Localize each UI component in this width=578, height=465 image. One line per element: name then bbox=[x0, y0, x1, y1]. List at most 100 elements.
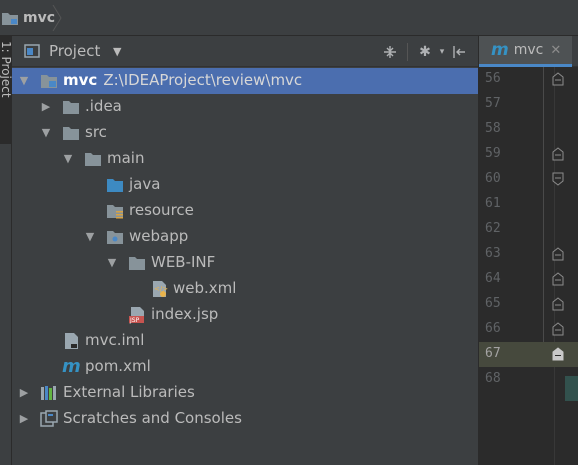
tree-row-index-jsp[interactable]: JSP index.jsp bbox=[12, 302, 478, 328]
editor-gutter: 56 57 58 59 60 61 62 63 64 65 66 67 68 bbox=[479, 67, 578, 465]
tree-row-mvc-iml[interactable]: mvc.iml bbox=[12, 328, 478, 354]
line-number: 57 bbox=[485, 96, 501, 111]
gutter-line[interactable]: 57 bbox=[479, 92, 578, 117]
project-tool-button[interactable]: 1: Project bbox=[0, 36, 13, 144]
tree-row-web-inf[interactable]: ▼ WEB-INF bbox=[12, 250, 478, 276]
gutter-line[interactable]: 67 bbox=[479, 342, 578, 367]
chevron-right-icon[interactable]: ▶ bbox=[40, 101, 52, 113]
tree-row-label: java bbox=[129, 175, 160, 193]
gutter-line[interactable]: 64 bbox=[479, 267, 578, 292]
tree-item-name: WEB-INF bbox=[151, 253, 216, 271]
folder-icon bbox=[84, 150, 102, 168]
chevron-down-icon[interactable]: ▼ bbox=[84, 231, 96, 243]
module-folder-icon bbox=[2, 13, 18, 25]
editor-tab-bar: m mvc ✕ bbox=[479, 36, 578, 67]
fold-marker-icon[interactable] bbox=[550, 321, 566, 337]
tree-item-name: web.xml bbox=[173, 279, 237, 297]
fold-marker-icon[interactable] bbox=[550, 296, 566, 312]
tree-row-external-libraries[interactable]: ▶ External Libraries bbox=[12, 380, 478, 406]
folder-icon bbox=[62, 98, 80, 116]
source-folder-icon bbox=[106, 176, 124, 194]
tree-row-label: mvc Z:\IDEAProject\review\mvc bbox=[63, 71, 302, 89]
scratches-icon bbox=[40, 410, 58, 428]
tree-item-name: index.jsp bbox=[151, 305, 219, 323]
line-number: 62 bbox=[485, 221, 501, 236]
fold-marker-icon[interactable] bbox=[550, 71, 566, 87]
gutter-line[interactable]: 62 bbox=[479, 217, 578, 242]
tree-row-label: resource bbox=[129, 201, 194, 219]
breadcrumb[interactable]: mvc bbox=[0, 4, 55, 32]
chevron-right-icon[interactable]: ▶ bbox=[18, 387, 30, 399]
line-number: 61 bbox=[485, 196, 501, 211]
gutter-line[interactable]: 56 bbox=[479, 67, 578, 92]
project-panel-header: Project ▼ ✱ ▾ bbox=[12, 36, 478, 67]
tree-row-src[interactable]: ▼ src bbox=[12, 120, 478, 146]
line-number: 64 bbox=[485, 271, 501, 286]
tree-item-path: Z:\IDEAProject\review\mvc bbox=[103, 71, 303, 89]
tree-row-pom-xml[interactable]: m pom.xml bbox=[12, 354, 478, 380]
gear-dropdown-icon[interactable]: ▾ bbox=[436, 41, 448, 63]
chevron-down-icon[interactable]: ▼ bbox=[62, 153, 74, 165]
tree-row-label: pom.xml bbox=[85, 357, 151, 375]
line-number: 63 bbox=[485, 246, 501, 261]
tree-row-main[interactable]: ▼ main bbox=[12, 146, 478, 172]
tree-row-label: webapp bbox=[129, 227, 188, 245]
gutter-line[interactable]: 65 bbox=[479, 292, 578, 317]
line-number: 66 bbox=[485, 321, 501, 336]
gutter-line[interactable]: 66 bbox=[479, 317, 578, 342]
fold-marker-icon[interactable] bbox=[550, 146, 566, 162]
left-tool-stripe: 1: Project bbox=[0, 36, 13, 465]
tree-item-name: resource bbox=[129, 201, 194, 219]
tree-item-name: main bbox=[107, 149, 145, 167]
line-number: 68 bbox=[485, 371, 501, 386]
hide-icon[interactable] bbox=[448, 41, 470, 63]
gutter-line[interactable]: 68 bbox=[479, 367, 578, 392]
folder-icon bbox=[62, 124, 80, 142]
tree-row-label: .idea bbox=[85, 97, 122, 115]
toolbar-divider bbox=[407, 43, 408, 61]
xml-file-icon: </> bbox=[150, 280, 168, 298]
navigation-bar: mvc bbox=[0, 0, 578, 36]
chevron-down-icon[interactable]: ▼ bbox=[40, 127, 52, 139]
tree-row-label: Scratches and Consoles bbox=[63, 409, 242, 427]
tree-row-label: src bbox=[85, 123, 107, 141]
tree-item-name: mvc.iml bbox=[85, 331, 145, 349]
gear-icon[interactable]: ✱ bbox=[414, 41, 436, 63]
fold-marker-icon[interactable] bbox=[550, 346, 566, 362]
tree-row-web-xml[interactable]: </> web.xml bbox=[12, 276, 478, 302]
gutter-line[interactable]: 61 bbox=[479, 192, 578, 217]
line-number: 65 bbox=[485, 296, 501, 311]
gutter-line[interactable]: 58 bbox=[479, 117, 578, 142]
tree-row-idea[interactable]: ▶ .idea bbox=[12, 94, 478, 120]
folder-icon bbox=[128, 254, 146, 272]
tree-row-webapp[interactable]: ▼ webapp bbox=[12, 224, 478, 250]
close-icon[interactable]: ✕ bbox=[550, 43, 561, 58]
editor-tab[interactable]: m mvc ✕ bbox=[479, 36, 572, 67]
resource-folder-icon bbox=[106, 202, 124, 220]
chevron-down-icon[interactable]: ▼ bbox=[18, 75, 30, 87]
chevron-down-icon[interactable]: ▼ bbox=[106, 257, 118, 269]
tree-item-name: src bbox=[85, 123, 107, 141]
gutter-line[interactable]: 60 bbox=[479, 167, 578, 192]
tree-row-label: web.xml bbox=[173, 279, 236, 297]
tree-row-java[interactable]: java bbox=[12, 172, 478, 198]
breadcrumb-separator-icon bbox=[52, 5, 62, 31]
library-icon bbox=[40, 384, 58, 402]
project-tree: ▼ mvc Z:\IDEAProject\review\mvc ▶ .idea ▼ src ▼… bbox=[12, 68, 478, 432]
fold-marker-icon[interactable] bbox=[550, 246, 566, 262]
tree-row-mvc[interactable]: ▼ mvc Z:\IDEAProject\review\mvc bbox=[12, 68, 478, 94]
gutter-line[interactable]: 59 bbox=[479, 142, 578, 167]
chevron-down-icon[interactable]: ▼ bbox=[113, 45, 121, 58]
fold-marker-icon[interactable] bbox=[550, 171, 566, 187]
collapse-all-icon[interactable] bbox=[379, 41, 401, 63]
fold-marker-icon[interactable] bbox=[550, 271, 566, 287]
chevron-right-icon[interactable]: ▶ bbox=[18, 413, 30, 425]
tree-row-resource[interactable]: resource bbox=[12, 198, 478, 224]
maven-m-icon: m bbox=[491, 40, 509, 60]
tree-row-label: WEB-INF bbox=[151, 253, 215, 271]
gutter-line[interactable]: 63 bbox=[479, 242, 578, 267]
tree-row-label: index.jsp bbox=[151, 305, 218, 323]
tree-row-scratches-and-consoles[interactable]: ▶ Scratches and Consoles bbox=[12, 406, 478, 432]
project-view-selector[interactable]: Project bbox=[49, 42, 100, 60]
tree-item-name: External Libraries bbox=[63, 383, 195, 401]
